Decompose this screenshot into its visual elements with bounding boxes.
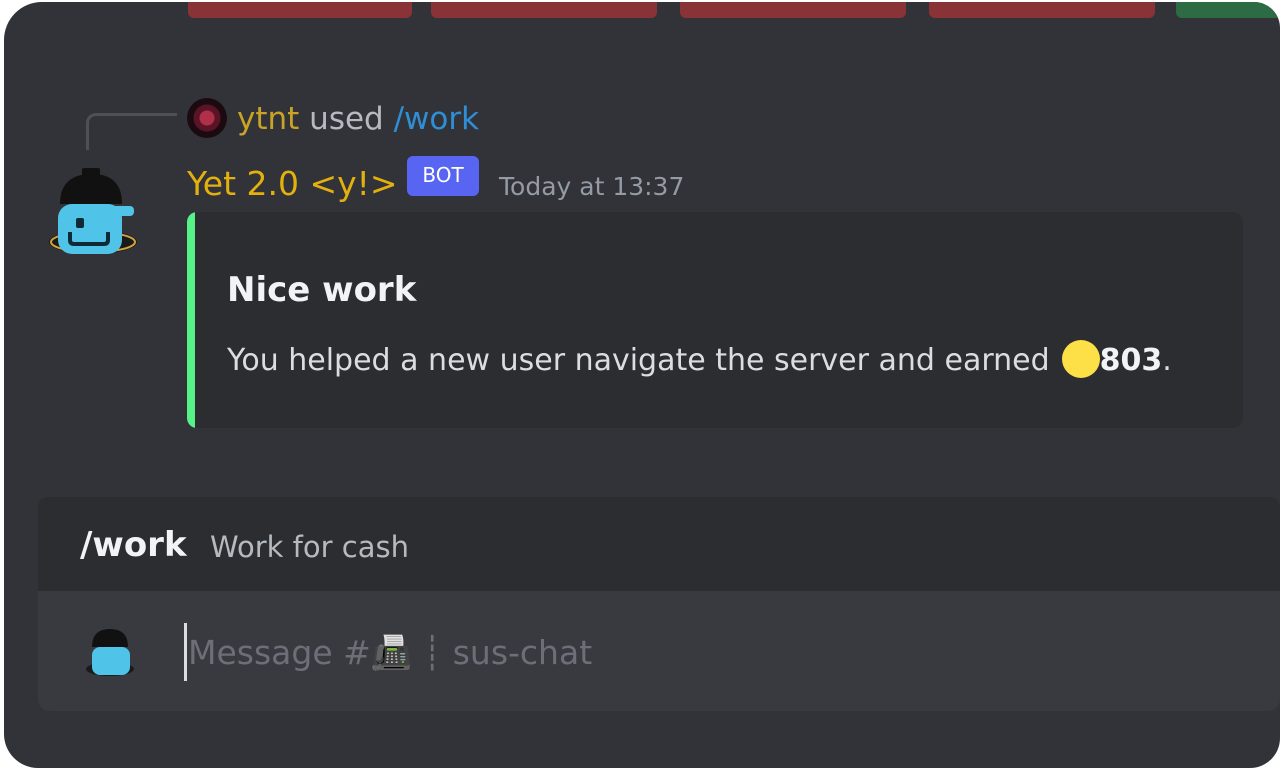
- command-name: /work: [80, 525, 187, 565]
- embed-title: Nice work: [227, 270, 417, 310]
- command-description: Work for cash: [210, 530, 409, 564]
- reply-username[interactable]: ytnt: [237, 101, 299, 137]
- bot-badge: BOT: [407, 156, 479, 196]
- command-usage-line: ytnt used /work: [237, 98, 479, 140]
- embed-accent-bar: [187, 212, 195, 428]
- reply-command-link[interactable]: /work: [394, 101, 479, 137]
- command-suggestion[interactable]: /work Work for cash: [38, 497, 1280, 591]
- embed-description-suffix: .: [1162, 343, 1172, 378]
- earned-amount: 803: [1099, 343, 1163, 378]
- bot-username[interactable]: Yet 2.0 <y!>: [187, 162, 398, 206]
- reply-verb: used: [309, 101, 384, 137]
- message-timestamp: Today at 13:37: [499, 172, 685, 201]
- action-button-5[interactable]: [1176, 2, 1280, 18]
- chat-window: ytnt used /work Yet 2.0 <y!> BOT Today a…: [4, 2, 1280, 768]
- action-button-1[interactable]: [188, 2, 412, 18]
- embed-description-text: You helped a new user navigate the serve…: [227, 343, 1050, 378]
- message-input[interactable]: [188, 625, 988, 681]
- user-avatar-icon[interactable]: [84, 625, 136, 679]
- reply-connector: [86, 113, 177, 150]
- coin-icon: [1061, 340, 1100, 378]
- action-button-4[interactable]: [929, 2, 1155, 18]
- bot-avatar[interactable]: [46, 166, 140, 266]
- text-caret: [184, 623, 187, 681]
- action-button-2[interactable]: [431, 2, 657, 18]
- reply-user-avatar[interactable]: [187, 98, 227, 138]
- message-embed: Nice work You helped a new user navigate…: [187, 212, 1243, 428]
- action-button-3[interactable]: [680, 2, 906, 18]
- message-composer: [38, 591, 1280, 711]
- embed-description: You helped a new user navigate the serve…: [227, 340, 1172, 382]
